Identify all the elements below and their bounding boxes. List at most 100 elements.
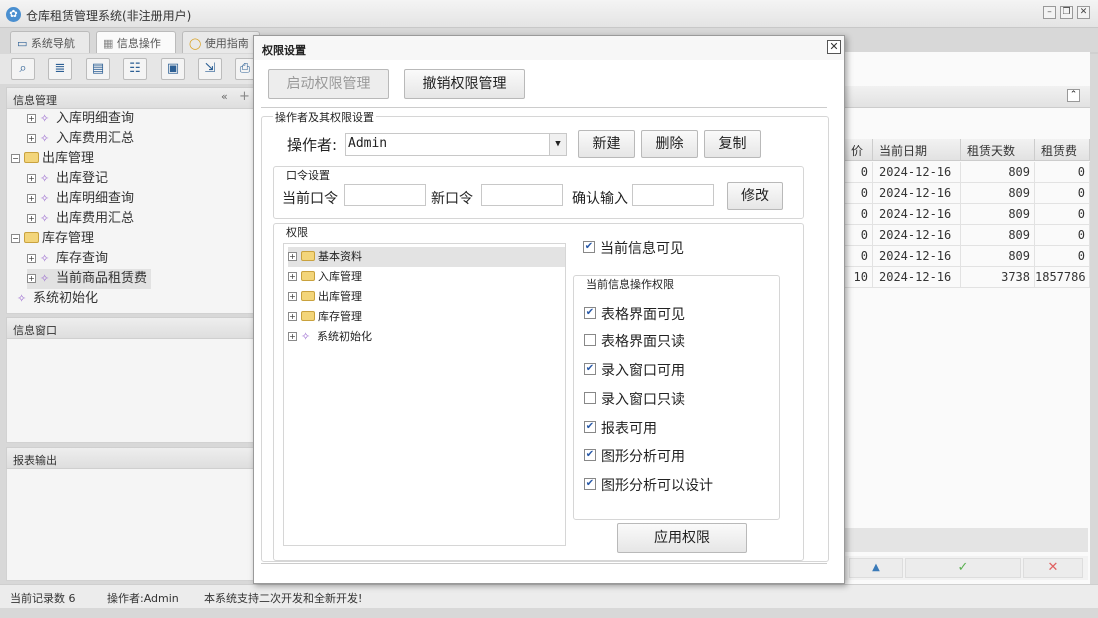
permission-tree-item[interactable]: + ✧ 系统初始化 bbox=[288, 327, 372, 347]
permission-tree-item[interactable]: + 库存管理 bbox=[288, 307, 362, 327]
collapse-left-icon[interactable]: « bbox=[221, 90, 228, 103]
grid-cell[interactable]: 0 bbox=[1035, 183, 1090, 204]
grid-cell[interactable]: 0 bbox=[1035, 204, 1090, 225]
tree-item[interactable]: + ✧ 出库费用汇总 bbox=[27, 209, 134, 229]
grid-cell[interactable]: 2024-12-16 bbox=[873, 162, 961, 183]
tree-item[interactable]: + ✧ 入库明细查询 bbox=[27, 109, 134, 129]
monitor-icon: ▭ bbox=[17, 37, 31, 50]
copy-button[interactable]: 复制 bbox=[704, 130, 761, 158]
expand-icon[interactable]: + bbox=[288, 292, 297, 301]
collapse-up-icon[interactable]: ⌃ bbox=[1067, 89, 1080, 102]
grid-cell[interactable]: 10 bbox=[845, 267, 873, 288]
list-icon[interactable]: ≣ bbox=[48, 58, 72, 80]
close-window-icon[interactable]: ✕ bbox=[1077, 6, 1090, 19]
permission-checkbox[interactable] bbox=[584, 392, 596, 404]
expand-icon[interactable]: + bbox=[27, 114, 36, 123]
grid-cell[interactable]: 2024-12-16 bbox=[873, 183, 961, 204]
grid-cell[interactable]: 0 bbox=[845, 246, 873, 267]
current-visible-checkbox[interactable]: ✔ bbox=[583, 241, 595, 253]
permission-tree-item[interactable]: + 基本资料 bbox=[288, 247, 565, 267]
grid-cell[interactable]: 2024-12-16 bbox=[873, 246, 961, 267]
grid-cell[interactable]: 0 bbox=[845, 183, 873, 204]
grid-cell[interactable]: 809 bbox=[961, 225, 1035, 246]
tree-item[interactable]: ✧ 系统初始化 bbox=[17, 289, 98, 309]
grid-cell[interactable]: 0 bbox=[1035, 225, 1090, 246]
check-icon[interactable]: ✓ bbox=[905, 558, 1021, 578]
modify-button[interactable]: 修改 bbox=[727, 182, 783, 210]
tree-item-label: 库存查询 bbox=[56, 251, 109, 266]
tree-item[interactable]: + ✧ 入库费用汇总 bbox=[27, 129, 134, 149]
new-password-input[interactable] bbox=[481, 184, 563, 206]
grid-cell[interactable]: 0 bbox=[1035, 246, 1090, 267]
expand-icon[interactable]: + bbox=[27, 214, 36, 223]
tab-system-nav[interactable]: ▭ 系统导航 bbox=[10, 31, 90, 53]
confirm-password-input[interactable] bbox=[632, 184, 714, 206]
grid-header[interactable]: 租赁天数 bbox=[961, 139, 1035, 161]
print-icon[interactable]: ⎙ bbox=[235, 58, 255, 80]
expand-icon[interactable]: + bbox=[27, 174, 36, 183]
permission-checkbox[interactable]: ✔ bbox=[584, 421, 596, 433]
tree-item[interactable]: − 库存管理 bbox=[11, 229, 94, 249]
tree-item[interactable]: − 出库管理 bbox=[11, 149, 94, 169]
help-icon: ◯ bbox=[189, 37, 205, 50]
grid-header[interactable]: 价 bbox=[845, 139, 873, 161]
grid-cell[interactable]: 809 bbox=[961, 204, 1035, 225]
grid-cell[interactable]: 0 bbox=[845, 162, 873, 183]
grid-cell[interactable]: 2024-12-16 bbox=[873, 225, 961, 246]
grid-cell[interactable]: 0 bbox=[845, 204, 873, 225]
minimize-icon[interactable]: – bbox=[1043, 6, 1056, 19]
new-button[interactable]: 新建 bbox=[578, 130, 635, 158]
operator-select[interactable]: Admin ▼ bbox=[345, 133, 567, 156]
expand-icon[interactable]: + bbox=[27, 254, 36, 263]
permission-tree-item[interactable]: + 出库管理 bbox=[288, 287, 362, 307]
grid-cell[interactable]: 3738 bbox=[961, 267, 1035, 288]
delete-button[interactable]: 删除 bbox=[641, 130, 698, 158]
tree-item[interactable]: + ✧ 库存查询 bbox=[27, 249, 108, 269]
up-arrow-icon[interactable]: ▲ bbox=[849, 558, 903, 578]
tab-info-operation[interactable]: ▦ 信息操作 bbox=[96, 31, 176, 53]
tree-item[interactable]: + ✧ 出库登记 bbox=[27, 169, 108, 189]
expand-icon[interactable]: + bbox=[288, 272, 297, 281]
expand-icon[interactable]: + bbox=[27, 194, 36, 203]
grid-cell[interactable]: 2024-12-16 bbox=[873, 267, 961, 288]
grid-cell[interactable]: 1857786 bbox=[1035, 267, 1090, 288]
grid-cell[interactable]: 0 bbox=[845, 225, 873, 246]
expand-icon[interactable]: + bbox=[288, 332, 297, 341]
grid-cell[interactable]: 2024-12-16 bbox=[873, 204, 961, 225]
restore-icon[interactable]: ❐ bbox=[1060, 6, 1073, 19]
revoke-permission-button[interactable]: 撤销权限管理 bbox=[404, 69, 525, 99]
grid-cell[interactable]: 809 bbox=[961, 183, 1035, 204]
grid-header[interactable]: 租赁费 bbox=[1035, 139, 1090, 161]
permission-checkbox[interactable]: ✔ bbox=[584, 363, 596, 375]
cross-icon[interactable]: ✕ bbox=[1023, 558, 1083, 578]
permission-checkbox[interactable]: ✔ bbox=[584, 449, 596, 461]
window-icon[interactable]: ▣ bbox=[161, 58, 185, 80]
grid-cell[interactable]: 809 bbox=[961, 162, 1035, 183]
expand-icon[interactable]: + bbox=[27, 274, 36, 283]
apply-permission-button[interactable]: 应用权限 bbox=[617, 523, 747, 553]
tab-user-guide[interactable]: ◯ 使用指南 bbox=[182, 31, 260, 53]
tree-item[interactable]: + ✧ 当前商品租赁费 bbox=[27, 269, 152, 289]
close-icon[interactable]: ✕ bbox=[827, 40, 841, 54]
search-icon[interactable]: ⌕ bbox=[11, 58, 35, 80]
current-password-input[interactable] bbox=[344, 184, 426, 206]
chevron-down-icon[interactable]: ▼ bbox=[549, 134, 566, 155]
document-icon[interactable]: ▤ bbox=[86, 58, 110, 80]
permission-tree-item[interactable]: + 入库管理 bbox=[288, 267, 362, 287]
expand-icon[interactable]: + bbox=[288, 252, 297, 261]
permission-checkbox[interactable] bbox=[584, 334, 596, 346]
expand-icon[interactable]: + bbox=[27, 134, 36, 143]
tree-item[interactable]: + ✧ 出库明细查询 bbox=[27, 189, 134, 209]
add-icon[interactable]: + bbox=[239, 89, 250, 104]
permission-checkbox[interactable]: ✔ bbox=[584, 478, 596, 490]
expand-icon[interactable]: − bbox=[11, 154, 20, 163]
grid-cell[interactable]: 809 bbox=[961, 246, 1035, 267]
expand-icon[interactable]: + bbox=[288, 312, 297, 321]
enable-permission-button[interactable]: 启动权限管理 bbox=[268, 69, 389, 99]
grid-cell[interactable]: 0 bbox=[1035, 162, 1090, 183]
expand-icon[interactable]: − bbox=[11, 234, 20, 243]
export-icon[interactable]: ⇲ bbox=[198, 58, 222, 80]
grid-header[interactable]: 当前日期 bbox=[873, 139, 961, 161]
permission-checkbox[interactable]: ✔ bbox=[584, 307, 596, 319]
user-card-icon[interactable]: ☷ bbox=[123, 58, 147, 80]
